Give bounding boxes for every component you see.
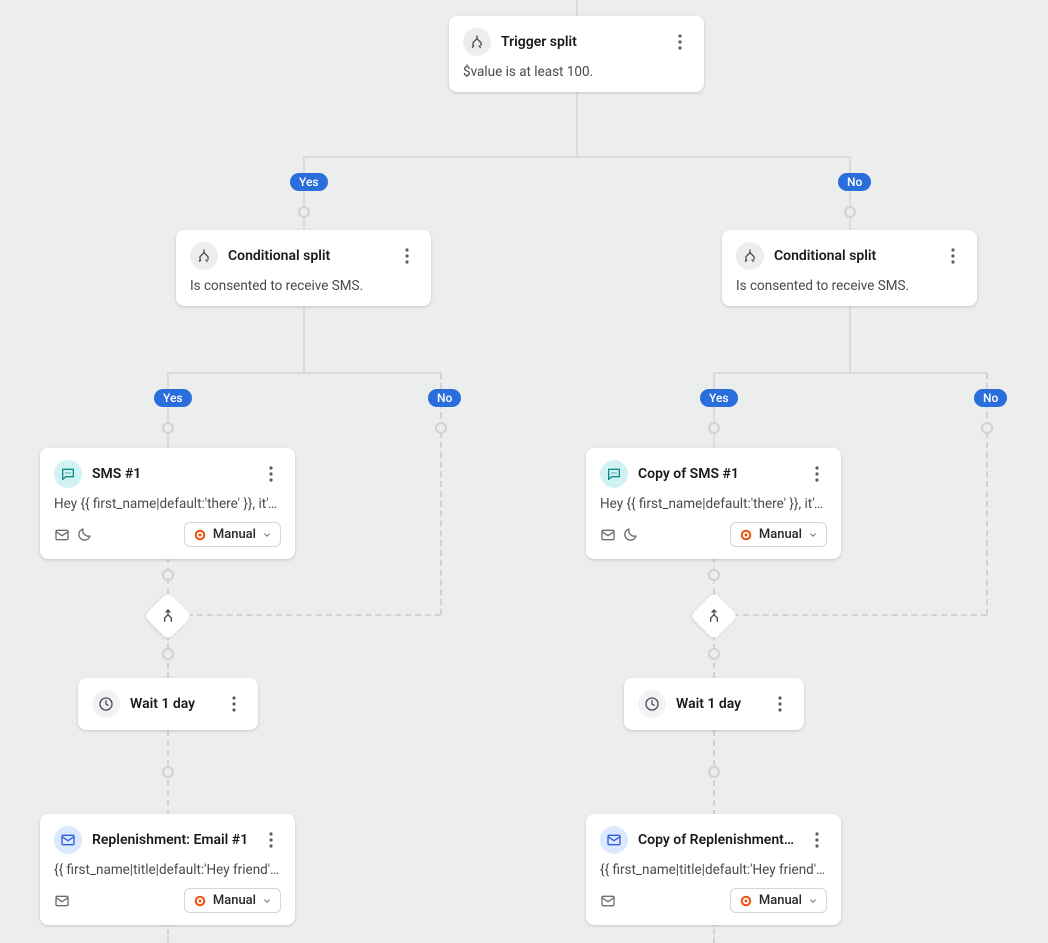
node-title: Copy of SMS #1	[638, 466, 797, 482]
merge-icon	[160, 608, 176, 624]
smart-send-icon	[600, 527, 616, 543]
node-wait[interactable]: Wait 1 day	[624, 678, 804, 730]
quiet-hours-icon	[76, 527, 92, 543]
node-title: Wait 1 day	[676, 696, 760, 712]
branch-badge-yes: Yes	[700, 389, 738, 407]
clock-icon	[638, 690, 666, 718]
mail-icon	[600, 826, 628, 854]
node-title: Conditional split	[774, 248, 933, 264]
smart-send-icon	[54, 527, 70, 543]
branch-badge-no: No	[838, 173, 871, 191]
status-label: Manual	[213, 893, 256, 908]
node-menu-button[interactable]	[261, 830, 281, 850]
node-menu-button[interactable]	[770, 694, 790, 714]
target-icon	[739, 894, 753, 908]
status-dropdown[interactable]: Manual	[184, 522, 281, 547]
chevron-down-icon	[262, 530, 272, 540]
node-title: Replenishment: Email #1	[92, 832, 251, 848]
node-desc: Hey {{ first_name|default:'there' }}, it…	[600, 496, 827, 512]
node-menu-button[interactable]	[224, 694, 244, 714]
smart-send-icon	[54, 893, 70, 909]
branch-badge-yes: Yes	[290, 173, 328, 191]
node-wait[interactable]: Wait 1 day	[78, 678, 258, 730]
target-icon	[739, 528, 753, 542]
node-trigger-split[interactable]: Trigger split $value is at least 100.	[449, 16, 704, 92]
node-desc: {{ first_name|title|default:'Hey friend'…	[54, 862, 281, 878]
node-desc: {{ first_name|title|default:'Hey friend'…	[600, 862, 827, 878]
node-menu-button[interactable]	[807, 830, 827, 850]
node-title: Copy of Replenishment: Em…	[638, 832, 797, 848]
target-icon	[193, 894, 207, 908]
clock-icon	[92, 690, 120, 718]
node-menu-button[interactable]	[943, 246, 963, 266]
status-label: Manual	[759, 527, 802, 542]
split-icon	[190, 242, 218, 270]
sms-icon	[600, 460, 628, 488]
node-email[interactable]: Copy of Replenishment: Em… {{ first_name…	[586, 814, 841, 925]
smart-send-icon	[600, 893, 616, 909]
node-email[interactable]: Replenishment: Email #1 {{ first_name|ti…	[40, 814, 295, 925]
node-title: Trigger split	[501, 34, 660, 50]
node-sms[interactable]: Copy of SMS #1 Hey {{ first_name|default…	[586, 448, 841, 559]
node-conditional-split[interactable]: Conditional split Is consented to receiv…	[176, 230, 431, 306]
merge-node[interactable]	[690, 592, 738, 640]
sms-icon	[54, 460, 82, 488]
mail-icon	[54, 826, 82, 854]
status-label: Manual	[759, 893, 802, 908]
node-title: Conditional split	[228, 248, 387, 264]
branch-badge-yes: Yes	[154, 389, 192, 407]
split-icon	[736, 242, 764, 270]
merge-node[interactable]	[144, 592, 192, 640]
quiet-hours-icon	[622, 527, 638, 543]
chevron-down-icon	[808, 530, 818, 540]
branch-badge-no: No	[428, 389, 461, 407]
status-dropdown[interactable]: Manual	[184, 888, 281, 913]
node-desc: Is consented to receive SMS.	[190, 278, 417, 294]
flow-canvas[interactable]: Yes No Yes No Yes No Trigger split $valu…	[0, 0, 1048, 943]
chevron-down-icon	[262, 896, 272, 906]
node-title: SMS #1	[92, 466, 251, 482]
split-icon	[463, 28, 491, 56]
node-conditional-split[interactable]: Conditional split Is consented to receiv…	[722, 230, 977, 306]
branch-badge-no: No	[974, 389, 1007, 407]
node-desc: Is consented to receive SMS.	[736, 278, 963, 294]
chevron-down-icon	[808, 896, 818, 906]
status-dropdown[interactable]: Manual	[730, 522, 827, 547]
node-menu-button[interactable]	[261, 464, 281, 484]
node-desc: Hey {{ first_name|default:'there' }}, it…	[54, 496, 281, 512]
status-dropdown[interactable]: Manual	[730, 888, 827, 913]
node-menu-button[interactable]	[670, 32, 690, 52]
node-title: Wait 1 day	[130, 696, 214, 712]
node-sms[interactable]: SMS #1 Hey {{ first_name|default:'there'…	[40, 448, 295, 559]
merge-icon	[706, 608, 722, 624]
target-icon	[193, 528, 207, 542]
node-menu-button[interactable]	[807, 464, 827, 484]
node-desc: $value is at least 100.	[463, 64, 690, 80]
node-menu-button[interactable]	[397, 246, 417, 266]
status-label: Manual	[213, 527, 256, 542]
